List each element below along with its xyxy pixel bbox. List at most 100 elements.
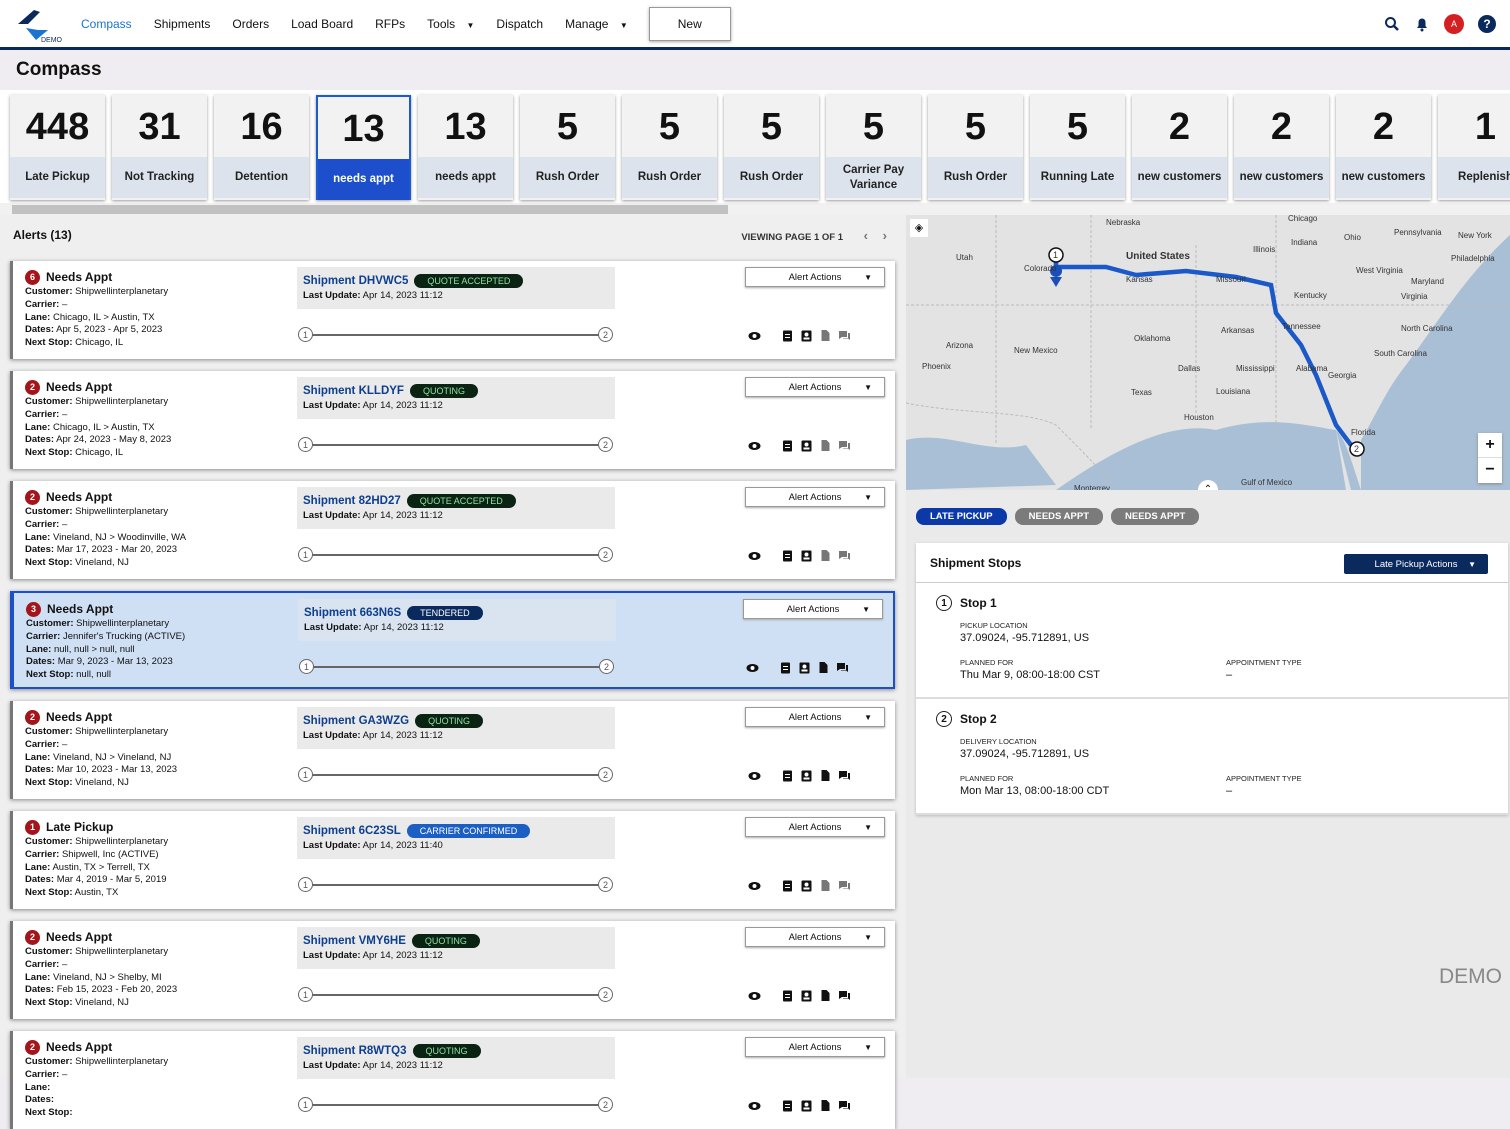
document-icon[interactable] [819,1099,832,1112]
contact-card-icon[interactable] [800,769,813,782]
kpi-card[interactable]: 2 new customers [1234,95,1329,200]
alert-actions-dropdown[interactable]: Alert Actions ▼ [745,267,885,287]
contact-card-icon[interactable] [800,989,813,1002]
shipment-link[interactable]: Shipment VMY6HE [303,935,406,947]
help-icon[interactable]: ? [1478,15,1496,33]
nav-manage[interactable]: Manage ▼ [565,17,628,31]
clipboard-icon[interactable] [779,661,792,674]
contact-card-icon[interactable] [800,549,813,562]
chat-icon[interactable] [838,439,851,452]
chat-icon[interactable] [838,769,851,782]
kpi-card[interactable]: 2 new customers [1336,95,1431,200]
chat-icon[interactable] [838,549,851,562]
nav-rfps[interactable]: RFPs [375,17,405,31]
eye-icon[interactable] [748,549,761,562]
layers-icon[interactable]: ◈ [910,219,928,237]
eye-icon[interactable] [748,1099,761,1112]
contact-card-icon[interactable] [800,879,813,892]
tab-late-pickup[interactable]: LATE PICKUP [916,508,1007,525]
clipboard-icon[interactable] [781,989,794,1002]
contact-card-icon[interactable] [800,439,813,452]
alert-actions-dropdown[interactable]: Alert Actions ▼ [745,817,885,837]
clipboard-icon[interactable] [781,329,794,342]
alert-card[interactable]: 2 Needs Appt Customer: Shipwellinterplane… [10,921,895,1019]
kpi-card[interactable]: 2 new customers [1132,95,1227,200]
eye-icon[interactable] [746,661,759,674]
chat-icon[interactable] [838,1099,851,1112]
kpi-card[interactable]: 13 needs appt [316,95,411,200]
alert-card[interactable]: 2 Needs Appt Customer: Shipwellinterplane… [10,701,895,799]
alert-actions-dropdown[interactable]: Alert Actions ▼ [745,377,885,397]
alert-actions-dropdown[interactable]: Alert Actions ▼ [743,599,883,619]
zoom-out-button[interactable]: − [1478,457,1502,482]
alert-card[interactable]: 6 Needs Appt Customer: Shipwellinterplane… [10,261,895,359]
kpi-card[interactable]: 5 Rush Order [724,95,819,200]
eye-icon[interactable] [748,879,761,892]
shipment-link[interactable]: Shipment DHVWC5 [303,275,408,287]
document-icon[interactable] [819,769,832,782]
nav-dispatch[interactable]: Dispatch [496,17,543,31]
shipment-link[interactable]: Shipment 6C23SL [303,825,401,837]
route-map[interactable]: 1 2 Nebraska United States Utah Colorado Kan… [906,215,1510,490]
tab-needs-appt[interactable]: NEEDS APPT [1014,508,1103,525]
bell-icon[interactable] [1414,16,1430,32]
kpi-card[interactable]: 16 Detention [214,95,309,200]
kpi-card[interactable]: 5 Running Late [1030,95,1125,200]
contact-card-icon[interactable] [798,661,811,674]
alert-actions-dropdown[interactable]: Alert Actions ▼ [745,927,885,947]
late-pickup-actions-button[interactable]: Late Pickup Actions ▼ [1344,554,1488,574]
document-icon[interactable] [819,989,832,1002]
shipwell-logo[interactable]: DEMO [14,8,66,44]
shipment-link[interactable]: Shipment GA3WZG [303,715,409,727]
alert-actions-dropdown[interactable]: Alert Actions ▼ [745,487,885,507]
eye-icon[interactable] [748,989,761,1002]
document-icon[interactable] [817,661,830,674]
alert-card[interactable]: 2 Needs Appt Customer: Shipwellinterplane… [10,371,895,469]
document-icon[interactable] [819,879,832,892]
kpi-scrollbar[interactable] [0,203,1510,215]
clipboard-icon[interactable] [781,879,794,892]
zoom-in-button[interactable]: + [1478,433,1502,457]
clipboard-icon[interactable] [781,549,794,562]
chat-icon[interactable] [838,989,851,1002]
alert-card[interactable]: 2 Needs Appt Customer: Shipwellinterplane… [10,481,895,579]
nav-orders[interactable]: Orders [232,17,269,31]
alert-card[interactable]: 2 Needs Appt Customer: Shipwellinterplane… [10,1031,895,1129]
chat-icon[interactable] [838,879,851,892]
document-icon[interactable] [819,549,832,562]
nav-load-board[interactable]: Load Board [291,17,353,31]
kpi-card[interactable]: 5 Carrier Pay Variance [826,95,921,200]
kpi-card[interactable]: 13 needs appt [418,95,513,200]
document-icon[interactable] [819,439,832,452]
tab-needs-appt[interactable]: NEEDS APPT [1111,508,1200,525]
contact-card-icon[interactable] [800,329,813,342]
shipment-link[interactable]: Shipment 663N6S [304,607,401,619]
kpi-card[interactable]: 31 Not Tracking [112,95,207,200]
contact-card-icon[interactable] [800,1099,813,1112]
clipboard-icon[interactable] [781,769,794,782]
eye-icon[interactable] [748,769,761,782]
shipment-link[interactable]: Shipment KLLDYF [303,385,404,397]
eye-icon[interactable] [748,439,761,452]
nav-shipments[interactable]: Shipments [154,17,211,31]
shipment-link[interactable]: Shipment R8WTQ3 [303,1045,407,1057]
kpi-card[interactable]: 448 Late Pickup [10,95,105,200]
kpi-card[interactable]: 5 Rush Order [622,95,717,200]
eye-icon[interactable] [748,329,761,342]
kpi-card[interactable]: 1 Replenish [1438,95,1510,200]
search-icon[interactable] [1384,16,1400,32]
clipboard-icon[interactable] [781,1099,794,1112]
shipment-link[interactable]: Shipment 82HD27 [303,495,401,507]
kpi-card[interactable]: 5 Rush Order [520,95,615,200]
map-canvas[interactable]: 1 2 Nebraska United States Utah Colorado Kan… [906,215,1510,490]
alert-card[interactable]: 3 Needs Appt Customer: Shipwellinterplane… [10,591,895,689]
document-icon[interactable] [819,329,832,342]
chat-icon[interactable] [836,661,849,674]
clipboard-icon[interactable] [781,439,794,452]
alert-actions-dropdown[interactable]: Alert Actions ▼ [745,1037,885,1057]
new-button[interactable]: New [648,7,731,41]
kpi-card[interactable]: 5 Rush Order [928,95,1023,200]
alert-card[interactable]: 1 Late Pickup Customer: Shipwellinterplan… [10,811,895,909]
avatar[interactable]: A [1444,14,1464,34]
alert-actions-dropdown[interactable]: Alert Actions ▼ [745,707,885,727]
